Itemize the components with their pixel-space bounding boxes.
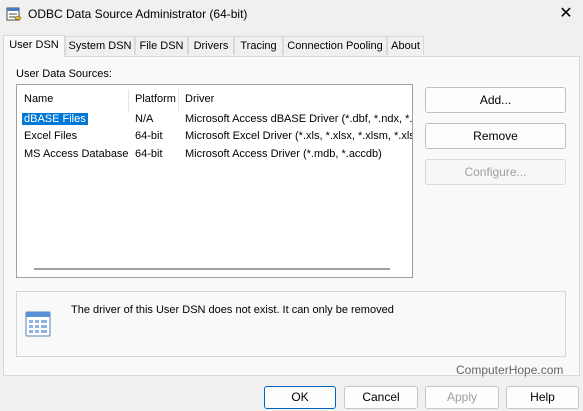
configure-button: Configure... bbox=[425, 159, 566, 185]
row-name: MS Access Database bbox=[24, 148, 129, 160]
odbc-database-icon bbox=[6, 7, 22, 21]
tab-system-dsn[interactable]: System DSN bbox=[65, 36, 135, 55]
window-title: ODBC Data Source Administrator (64-bit) bbox=[28, 7, 248, 21]
row-name: Excel Files bbox=[24, 130, 78, 142]
info-group-box bbox=[16, 291, 566, 357]
user-data-sources-label: User Data Sources: bbox=[16, 68, 112, 80]
row-driver: Microsoft Access dBASE Driver (*.dbf, *.… bbox=[185, 113, 413, 125]
row-driver: Microsoft Access Driver (*.mdb, *.accdb) bbox=[185, 148, 382, 160]
close-icon[interactable]: ✕ bbox=[556, 4, 576, 24]
column-divider bbox=[128, 89, 129, 111]
tab-connection-pooling[interactable]: Connection Pooling bbox=[283, 36, 387, 55]
row-platform: 64-bit bbox=[135, 130, 163, 142]
tab-file-dsn[interactable]: File DSN bbox=[135, 36, 188, 55]
title-bar: ODBC Data Source Administrator (64-bit) … bbox=[0, 0, 583, 28]
horizontal-scrollbar[interactable] bbox=[34, 268, 390, 270]
data-source-icon bbox=[25, 311, 51, 337]
table-row[interactable]: dBASE Files N/A Microsoft Access dBASE D… bbox=[17, 112, 412, 128]
column-header-driver[interactable]: Driver bbox=[185, 93, 214, 105]
remove-button[interactable]: Remove bbox=[425, 123, 566, 149]
tab-user-dsn[interactable]: User DSN bbox=[3, 35, 65, 57]
row-platform: 64-bit bbox=[135, 148, 163, 160]
column-divider bbox=[178, 89, 179, 111]
row-driver: Microsoft Excel Driver (*.xls, *.xlsx, *… bbox=[185, 130, 413, 142]
info-message: The driver of this User DSN does not exi… bbox=[71, 304, 394, 316]
cancel-button[interactable]: Cancel bbox=[344, 386, 418, 409]
column-header-name[interactable]: Name bbox=[24, 93, 53, 105]
data-source-list[interactable]: Name Platform Driver dBASE Files N/A Mic… bbox=[16, 84, 413, 278]
add-button[interactable]: Add... bbox=[425, 87, 566, 113]
tab-drivers[interactable]: Drivers bbox=[188, 36, 234, 55]
help-button[interactable]: Help bbox=[506, 386, 579, 409]
table-row[interactable]: Excel Files 64-bit Microsoft Excel Drive… bbox=[17, 129, 412, 145]
apply-button: Apply bbox=[425, 386, 499, 409]
row-platform: N/A bbox=[135, 113, 154, 125]
ok-button[interactable]: OK bbox=[264, 386, 336, 409]
tab-about[interactable]: About bbox=[387, 36, 424, 55]
table-row[interactable]: MS Access Database 64-bit Microsoft Acce… bbox=[17, 147, 412, 163]
watermark: ComputerHope.com bbox=[456, 363, 564, 377]
column-header-platform[interactable]: Platform bbox=[135, 93, 176, 105]
row-name: dBASE Files bbox=[22, 113, 88, 125]
tab-tracing[interactable]: Tracing bbox=[234, 36, 283, 55]
